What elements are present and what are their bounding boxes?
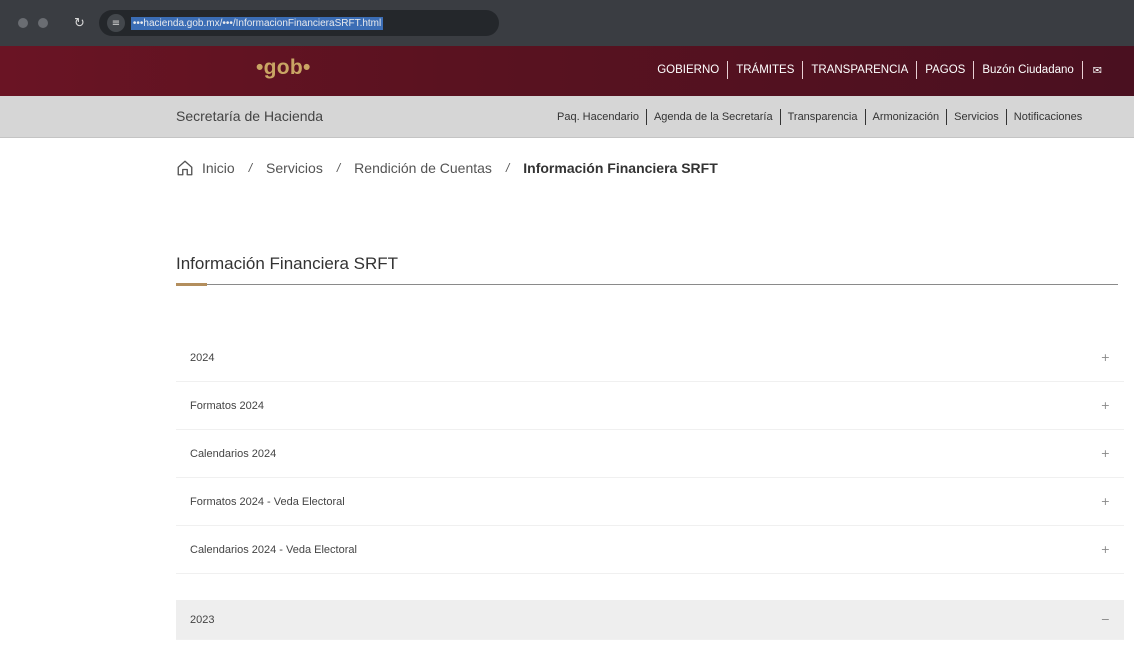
gob-nav-tramites[interactable]: TRÁMITES	[728, 61, 802, 79]
sec-nav-transparencia[interactable]: Transparencia	[781, 109, 865, 125]
gob-logo[interactable]: •gob•	[256, 56, 311, 80]
breadcrumb-rendicion[interactable]: Rendición de Cuentas	[354, 160, 492, 176]
accordion-item-2023[interactable]: 2023 −	[176, 600, 1124, 640]
accordion-item-formatos-veda[interactable]: Formatos 2024 - Veda Electoral +	[176, 478, 1124, 526]
secretaria-nav: Paq. Hacendario Agenda de la Secretaría …	[550, 109, 1089, 125]
breadcrumb-servicios[interactable]: Servicios	[266, 160, 323, 176]
title-divider	[176, 284, 1118, 285]
secretaria-bar: Secretaría de Hacienda Paq. Hacendario A…	[0, 96, 1134, 138]
page-title: Información Financiera SRFT	[176, 254, 399, 273]
address-bar[interactable]: ≡ •••hacienda.gob.mx/•••/InformacionFina…	[98, 10, 499, 36]
home-icon[interactable]	[176, 159, 194, 177]
title-accent-bar	[176, 283, 207, 286]
reload-icon[interactable]: ↻	[74, 16, 85, 31]
sec-nav-servicios[interactable]: Servicios	[947, 109, 1006, 125]
gob-nav-pagos[interactable]: PAGOS	[917, 61, 973, 79]
breadcrumb-separator: /	[336, 161, 341, 175]
breadcrumb-separator: /	[505, 161, 510, 175]
accordion-item-calendarios-veda[interactable]: Calendarios 2024 - Veda Electoral +	[176, 526, 1124, 574]
overflow-fade	[1094, 96, 1134, 137]
plus-icon[interactable]: +	[1101, 447, 1110, 460]
accordion-label: 2023	[190, 613, 215, 626]
accordion-label: Calendarios 2024	[190, 447, 277, 460]
breadcrumb-separator: /	[248, 161, 253, 175]
accordion-label: Calendarios 2024 - Veda Electoral	[190, 543, 357, 556]
breadcrumb-inicio[interactable]: Inicio	[202, 160, 235, 176]
accordion-label: 2024	[190, 351, 215, 364]
plus-icon[interactable]: +	[1101, 543, 1110, 556]
site-info-icon[interactable]: ≡	[106, 14, 125, 32]
sec-nav-armonizacion[interactable]: Armonización	[866, 109, 947, 125]
gob-header: •gob• GOBIERNO TRÁMITES TRANSPARENCIA PA…	[0, 46, 1134, 96]
accordion-item-formatos-2024[interactable]: Formatos 2024 +	[176, 382, 1124, 430]
accordion-item-2024[interactable]: 2024 +	[176, 334, 1124, 382]
gob-nav-transparencia[interactable]: TRANSPARENCIA	[803, 61, 916, 79]
breadcrumb: Inicio / Servicios / Rendición de Cuenta…	[176, 159, 718, 177]
accordion: 2024 + Formatos 2024 + Calendarios 2024 …	[176, 334, 1124, 640]
gob-nav: GOBIERNO TRÁMITES TRANSPARENCIA PAGOS Bu…	[649, 61, 1102, 79]
sec-nav-agenda[interactable]: Agenda de la Secretaría	[647, 109, 780, 125]
breadcrumb-current: Información Financiera SRFT	[523, 160, 718, 176]
minus-icon[interactable]: −	[1101, 613, 1110, 626]
mail-icon[interactable]: ✉	[1093, 64, 1102, 77]
gob-nav-buzon[interactable]: Buzón Ciudadano	[974, 61, 1081, 79]
forward-button[interactable]	[38, 18, 48, 28]
accordion-item-calendarios-2024[interactable]: Calendarios 2024 +	[176, 430, 1124, 478]
accordion-label: Formatos 2024	[190, 399, 264, 412]
gob-nav-gobierno[interactable]: GOBIERNO	[649, 61, 727, 79]
plus-icon[interactable]: +	[1101, 399, 1110, 412]
sec-nav-notificaciones[interactable]: Notificaciones	[1007, 109, 1089, 125]
secretaria-title[interactable]: Secretaría de Hacienda	[176, 108, 323, 124]
back-button[interactable]	[18, 18, 28, 28]
sec-nav-paquete[interactable]: Paq. Hacendario	[550, 109, 646, 125]
plus-icon[interactable]: +	[1101, 351, 1110, 364]
plus-icon[interactable]: +	[1101, 495, 1110, 508]
browser-toolbar: ↻ ≡ •••hacienda.gob.mx/•••/InformacionFi…	[0, 0, 1134, 46]
accordion-label: Formatos 2024 - Veda Electoral	[190, 495, 345, 508]
url-text[interactable]: •••hacienda.gob.mx/•••/InformacionFinanc…	[130, 16, 384, 30]
divider	[1081, 61, 1083, 79]
